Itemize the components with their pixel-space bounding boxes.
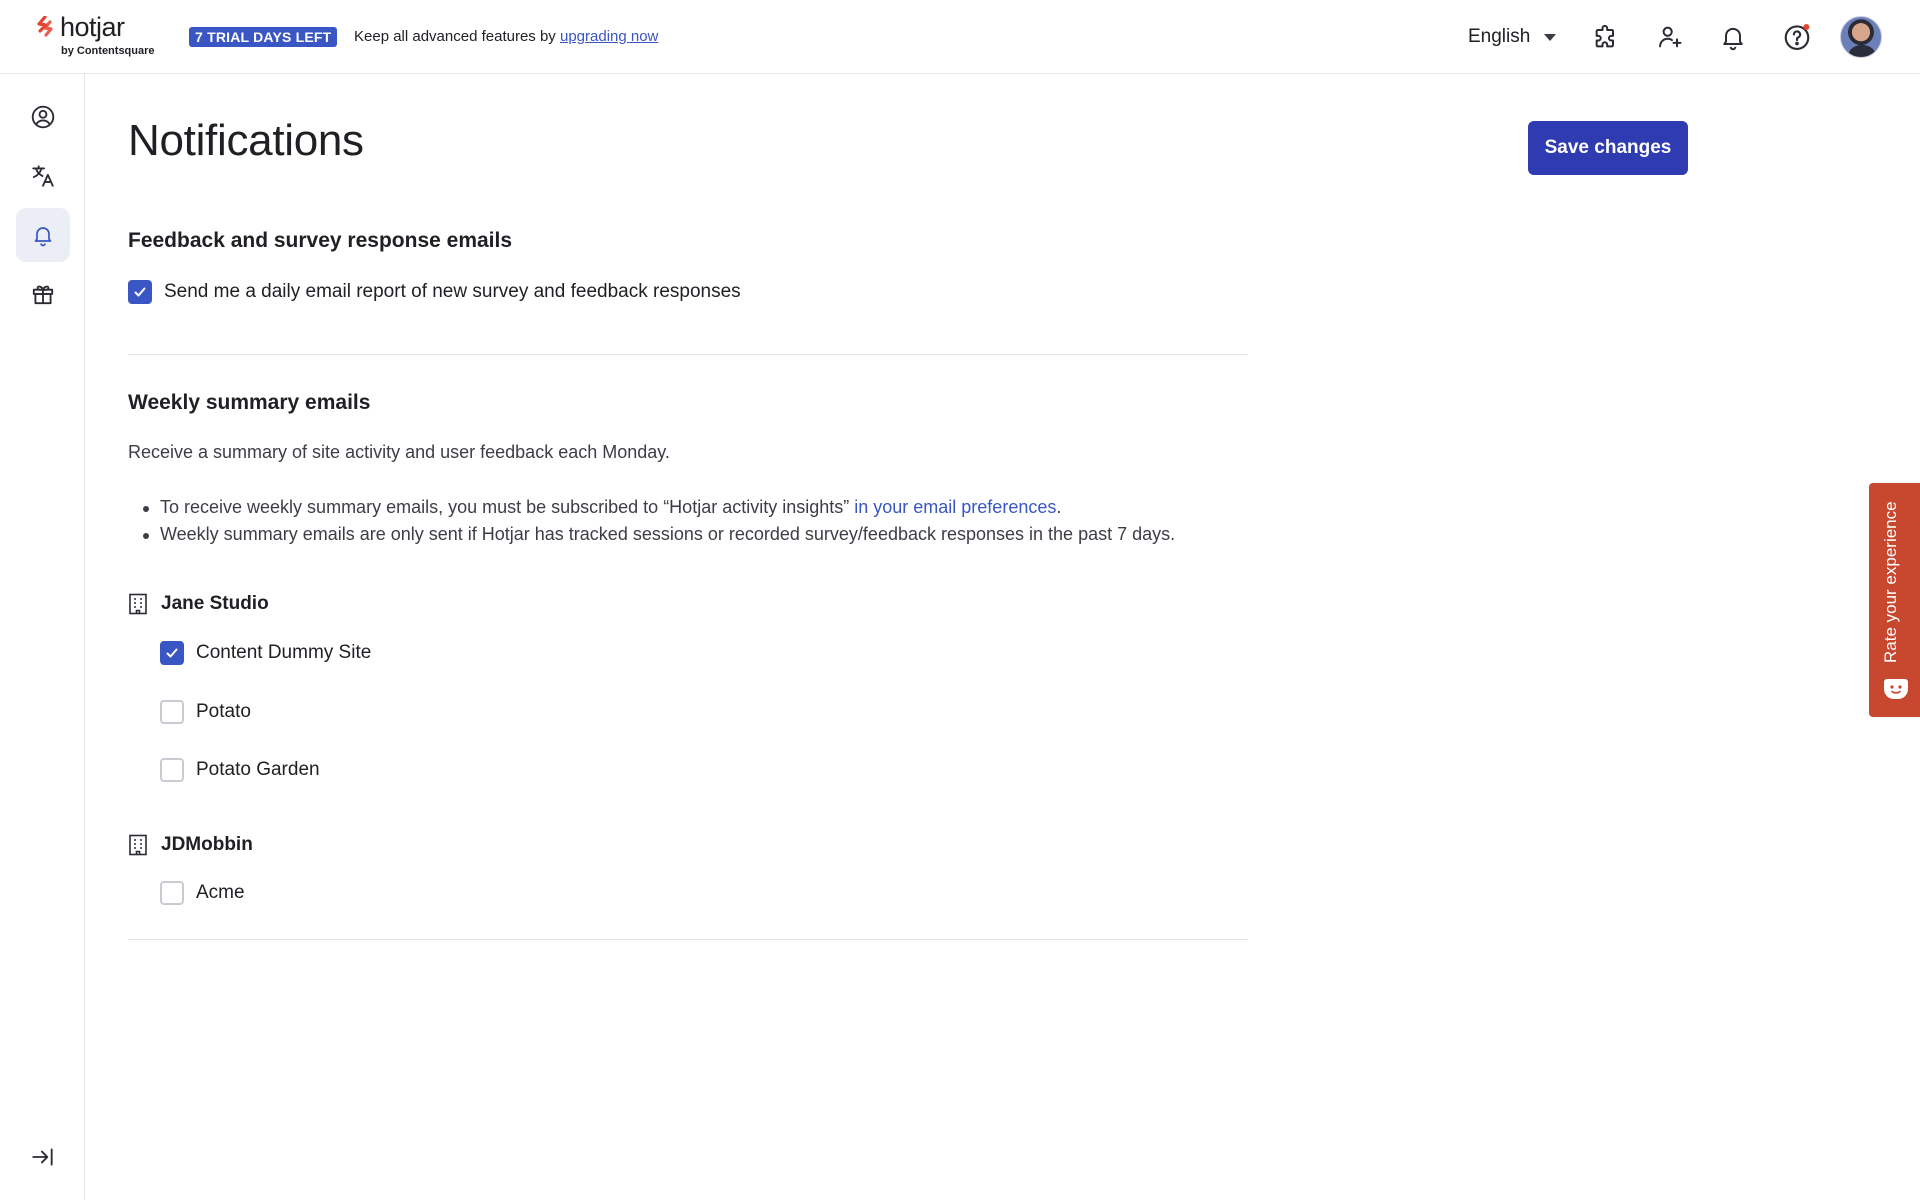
daily-report-option[interactable]: Send me a daily email report of new surv… bbox=[128, 279, 741, 305]
integrations-icon[interactable] bbox=[1589, 20, 1623, 54]
site-option[interactable]: Content Dummy Site bbox=[160, 640, 371, 666]
trial-message-text: Keep all advanced features by bbox=[354, 28, 560, 45]
organization-row: JDMobbin bbox=[128, 834, 253, 856]
weekly-info-list: To receive weekly summary emails, you mu… bbox=[142, 494, 1175, 548]
hotjar-logo[interactable]: hotjar by Contentsquare bbox=[36, 12, 166, 60]
rate-experience-label: Rate your experience bbox=[1881, 501, 1900, 663]
trial-message: Keep all advanced features by upgrading … bbox=[354, 28, 658, 45]
sidebar-item-whats-new[interactable] bbox=[16, 267, 70, 321]
logo-subtext: by Contentsquare bbox=[61, 45, 155, 57]
organization-name: Jane Studio bbox=[161, 593, 269, 614]
organization-row: Jane Studio bbox=[128, 593, 269, 615]
site-checkbox[interactable] bbox=[160, 700, 184, 724]
section-divider bbox=[128, 939, 1248, 940]
hotjar-logo-icon bbox=[37, 16, 53, 37]
checkmark-icon bbox=[134, 287, 146, 297]
daily-report-checkbox[interactable] bbox=[128, 280, 152, 304]
collapse-sidebar-button[interactable] bbox=[16, 1130, 70, 1184]
building-icon bbox=[129, 593, 147, 615]
organization-name: JDMobbin bbox=[161, 834, 253, 855]
weekly-info-period: . bbox=[1056, 497, 1062, 517]
notifications-bell-icon[interactable] bbox=[1716, 20, 1750, 54]
invite-user-icon[interactable] bbox=[1653, 20, 1687, 54]
page-title: Notifications bbox=[128, 116, 364, 165]
weekly-section-title: Weekly summary emails bbox=[128, 391, 371, 414]
site-label: Potato Garden bbox=[196, 759, 320, 780]
help-icon[interactable] bbox=[1780, 20, 1814, 54]
email-preferences-link[interactable]: in your email preferences bbox=[854, 497, 1056, 517]
trial-days-badge: 7 TRIAL DAYS LEFT bbox=[189, 27, 338, 47]
site-checkbox[interactable] bbox=[160, 758, 184, 782]
top-bar: hotjar by Contentsquare 7 TRIAL DAYS LEF… bbox=[0, 0, 1920, 74]
user-avatar[interactable] bbox=[1840, 16, 1882, 58]
language-selector[interactable]: English bbox=[1468, 24, 1557, 50]
site-option[interactable]: Potato bbox=[160, 699, 251, 725]
weekly-info-item: Weekly summary emails are only sent if H… bbox=[142, 521, 1175, 548]
site-checkbox[interactable] bbox=[160, 641, 184, 665]
sidebar-item-notifications[interactable] bbox=[16, 208, 70, 262]
language-icon bbox=[32, 165, 54, 187]
building-icon bbox=[129, 834, 147, 856]
checkmark-icon bbox=[166, 648, 178, 658]
rate-experience-tab[interactable]: Rate your experience bbox=[1869, 483, 1920, 717]
site-label: Acme bbox=[196, 882, 245, 903]
site-option[interactable]: Acme bbox=[160, 880, 245, 906]
sidebar bbox=[0, 74, 85, 1200]
account-icon bbox=[31, 105, 55, 129]
collapse-sidebar-icon bbox=[32, 1148, 53, 1166]
site-checkbox[interactable] bbox=[160, 881, 184, 905]
section-divider bbox=[128, 354, 1248, 355]
upgrade-link[interactable]: upgrading now bbox=[560, 28, 658, 45]
daily-report-label: Send me a daily email report of new surv… bbox=[164, 281, 741, 302]
logo-wordmark: hotjar bbox=[60, 12, 125, 42]
weekly-description: Receive a summary of site activity and u… bbox=[128, 442, 670, 462]
feedback-face-icon bbox=[1884, 679, 1908, 699]
weekly-info-item: To receive weekly summary emails, you mu… bbox=[142, 494, 1175, 521]
site-option[interactable]: Potato Garden bbox=[160, 757, 320, 783]
weekly-info-text: To receive weekly summary emails, you mu… bbox=[160, 497, 855, 517]
bell-icon bbox=[34, 227, 52, 247]
caret-down-icon bbox=[1544, 33, 1557, 41]
feedback-section-title: Feedback and survey response emails bbox=[128, 229, 513, 252]
save-changes-button[interactable]: Save changes bbox=[1528, 121, 1688, 175]
site-label: Potato bbox=[196, 701, 251, 722]
sidebar-item-language[interactable] bbox=[16, 149, 70, 203]
sidebar-item-account[interactable] bbox=[16, 90, 70, 144]
gift-icon bbox=[32, 285, 54, 305]
language-label: English bbox=[1468, 26, 1531, 47]
site-label: Content Dummy Site bbox=[196, 642, 372, 663]
